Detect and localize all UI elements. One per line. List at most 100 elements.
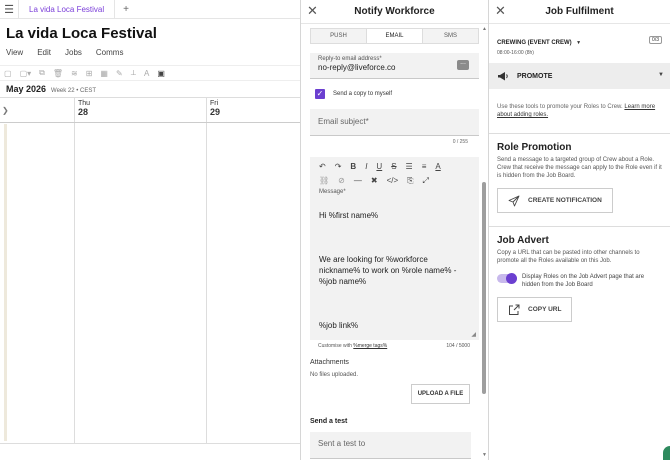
calendar-day-fri[interactable]: Fri 29 (210, 100, 220, 117)
menu-comms[interactable]: Comms (96, 48, 124, 57)
job-header: ✕ Job Fulfilment (489, 0, 670, 24)
divider (489, 133, 670, 134)
external-link-icon (509, 304, 520, 315)
promote-dropdown[interactable]: PROMOTE ▼ (489, 63, 670, 89)
crewing-row[interactable]: CREWING (EVENT CREW) ▼ 0/3 (497, 31, 662, 49)
message-body[interactable]: Hi %first name% We are looking for %work… (319, 199, 479, 342)
hidden-roles-toggle-row[interactable]: Display Roles on the Job Advert page tha… (497, 273, 662, 289)
day-number: 29 (210, 107, 221, 117)
hidden-roles-toggle[interactable] (497, 273, 517, 284)
underline-icon[interactable]: U (376, 162, 382, 171)
menu-edit[interactable]: Edit (37, 48, 51, 57)
customise-row: Customise with %merge tags% 104 / 5000 (318, 343, 470, 349)
email-subject-input[interactable]: Email subject* (310, 109, 479, 136)
bold-icon[interactable]: B (350, 162, 356, 171)
copy-to-myself-row[interactable]: ✓ Send a copy to myself (315, 89, 488, 99)
tab-email[interactable]: EMAIL (367, 29, 423, 43)
divider (489, 226, 670, 227)
copy-url-button[interactable]: COPY URL (497, 297, 573, 322)
reply-to-value[interactable]: no-reply@liveforce.co (318, 63, 471, 72)
calendar-body[interactable] (0, 122, 300, 443)
chevron-down-icon: ▼ (576, 40, 582, 46)
duplicate-icon[interactable]: ⧉ (39, 68, 45, 78)
subject-counter: 0 / 255 (452, 139, 468, 145)
message-line: We are looking for %workforce nickname% … (319, 255, 457, 286)
job-advert-heading: Job Advert (497, 235, 549, 246)
copy-icon[interactable]: ▢ (4, 69, 12, 78)
scroll-down-icon[interactable]: ▼ (482, 452, 487, 458)
stack-icon[interactable]: ≋ (71, 69, 78, 78)
paper-plane-icon (508, 195, 520, 206)
horizontal-rule-icon[interactable]: — (354, 176, 362, 185)
text-color-icon[interactable]: A (435, 162, 440, 171)
send-test-input[interactable]: Sent a test to (310, 432, 471, 459)
paste-icon[interactable]: ▢▾ (20, 69, 32, 78)
rte-toolbar-row-1: ↶ ↷ B I U S ☰ ≡ A (310, 157, 479, 171)
link-icon[interactable]: ⛓ (319, 176, 329, 185)
upload-file-button[interactable]: UPLOAD A FILE (411, 384, 470, 404)
scroll-up-icon[interactable]: ▲ (482, 26, 487, 32)
megaphone-icon (498, 72, 508, 81)
strikethrough-icon[interactable]: S (391, 162, 396, 171)
reply-to-label: Reply-to email address* (318, 56, 382, 62)
day-name: Thu (78, 100, 91, 107)
collapse-chevron-icon[interactable]: ❯ (2, 106, 9, 115)
fullscreen-icon[interactable]: ⤢ (423, 176, 429, 185)
tab-sms[interactable]: SMS (423, 29, 478, 43)
calendar-footer-line (0, 443, 300, 444)
bullet-list-icon[interactable]: ☰ (406, 162, 413, 171)
promote-help: Use these tools to promote your Roles to… (497, 103, 662, 119)
new-tab-button[interactable]: + (115, 4, 137, 15)
add-icon[interactable]: ⊞ (86, 69, 93, 78)
resize-handle-icon[interactable]: ◢ (471, 331, 476, 338)
grid-icon[interactable]: ▦ (100, 69, 108, 78)
crewing-name: CREWING (EVENT CREW) (497, 40, 572, 46)
calendar-header: May 2026 Week 22 • CEST (0, 81, 300, 98)
unlink-icon[interactable]: ⊘ (338, 176, 345, 185)
customise-prefix: Customise with (318, 343, 354, 349)
message-counter: 104 / 5000 (446, 343, 470, 349)
crewing-label[interactable]: CREWING (EVENT CREW) ▼ (497, 31, 581, 49)
code-icon[interactable]: </> (387, 176, 399, 185)
edit-icon[interactable]: ✎ (116, 69, 123, 78)
rte-toolbar-row-2: ⛓ ⊘ — ✖ </> ⎘ ⤢ (310, 171, 479, 185)
calendar-day-thu[interactable]: Thu 28 (78, 100, 90, 117)
checkbox-checked-icon[interactable]: ✓ (315, 89, 325, 99)
reply-to-field[interactable]: Reply-to email address* no-reply@livefor… (310, 53, 479, 79)
copy-to-myself-label: Send a copy to myself (333, 91, 393, 97)
redo-icon[interactable]: ↷ (335, 162, 342, 171)
merge-tags-link[interactable]: %merge tags% (353, 343, 387, 349)
delete-icon[interactable]: 🗑 (53, 69, 63, 78)
notify-header: ✕ Notify Workforce (301, 0, 488, 24)
tab-push[interactable]: PUSH (311, 29, 367, 43)
undo-icon[interactable]: ↶ (319, 162, 326, 171)
menu-view[interactable]: View (6, 48, 23, 57)
clear-format-icon[interactable]: ✖ (371, 176, 378, 185)
text-icon[interactable]: A (144, 69, 149, 78)
italic-icon[interactable]: I (365, 162, 367, 171)
close-icon[interactable]: ✕ (495, 4, 506, 18)
hamburger-menu-icon[interactable]: ☰ (0, 3, 18, 16)
message-editor[interactable]: ↶ ↷ B I U S ☰ ≡ A ⛓ ⊘ — ✖ </> ⎘ ⤢ Messag… (310, 157, 479, 340)
no-files-text: No files uploaded. (310, 372, 359, 378)
create-notification-button[interactable]: CREATE NOTIFICATION (497, 188, 613, 213)
notify-title: Notify Workforce (354, 6, 435, 17)
scrollbar-thumb[interactable] (482, 182, 486, 394)
tag-icon[interactable]: ⟂ (131, 68, 136, 78)
background-app: ☰ La vida Loca Festival + La vida Loca F… (0, 0, 300, 460)
calendar-icon[interactable]: ▣ (157, 69, 165, 78)
browser-tab[interactable]: La vida Loca Festival (18, 0, 116, 19)
menu-jobs[interactable]: Jobs (65, 48, 82, 57)
help-widget-button[interactable] (663, 446, 670, 460)
attachments-heading: Attachments (310, 359, 349, 366)
close-icon[interactable]: ✕ (307, 4, 318, 18)
calendar-grid: ❯ Thu 28 Fri 29 (0, 98, 300, 443)
calendar-week: Week 22 • CEST (51, 88, 97, 94)
copy-url-label: COPY URL (528, 306, 562, 313)
app-title: La vida Loca Festival (6, 25, 157, 42)
paste-text-icon[interactable]: ⎘ (407, 176, 413, 185)
role-promotion-heading: Role Promotion (497, 142, 572, 153)
notify-workforce-panel: ✕ Notify Workforce PUSH EMAIL SMS Reply-… (300, 0, 489, 460)
merge-tags-icon[interactable]: ... (457, 59, 469, 70)
numbered-list-icon[interactable]: ≡ (422, 162, 427, 171)
